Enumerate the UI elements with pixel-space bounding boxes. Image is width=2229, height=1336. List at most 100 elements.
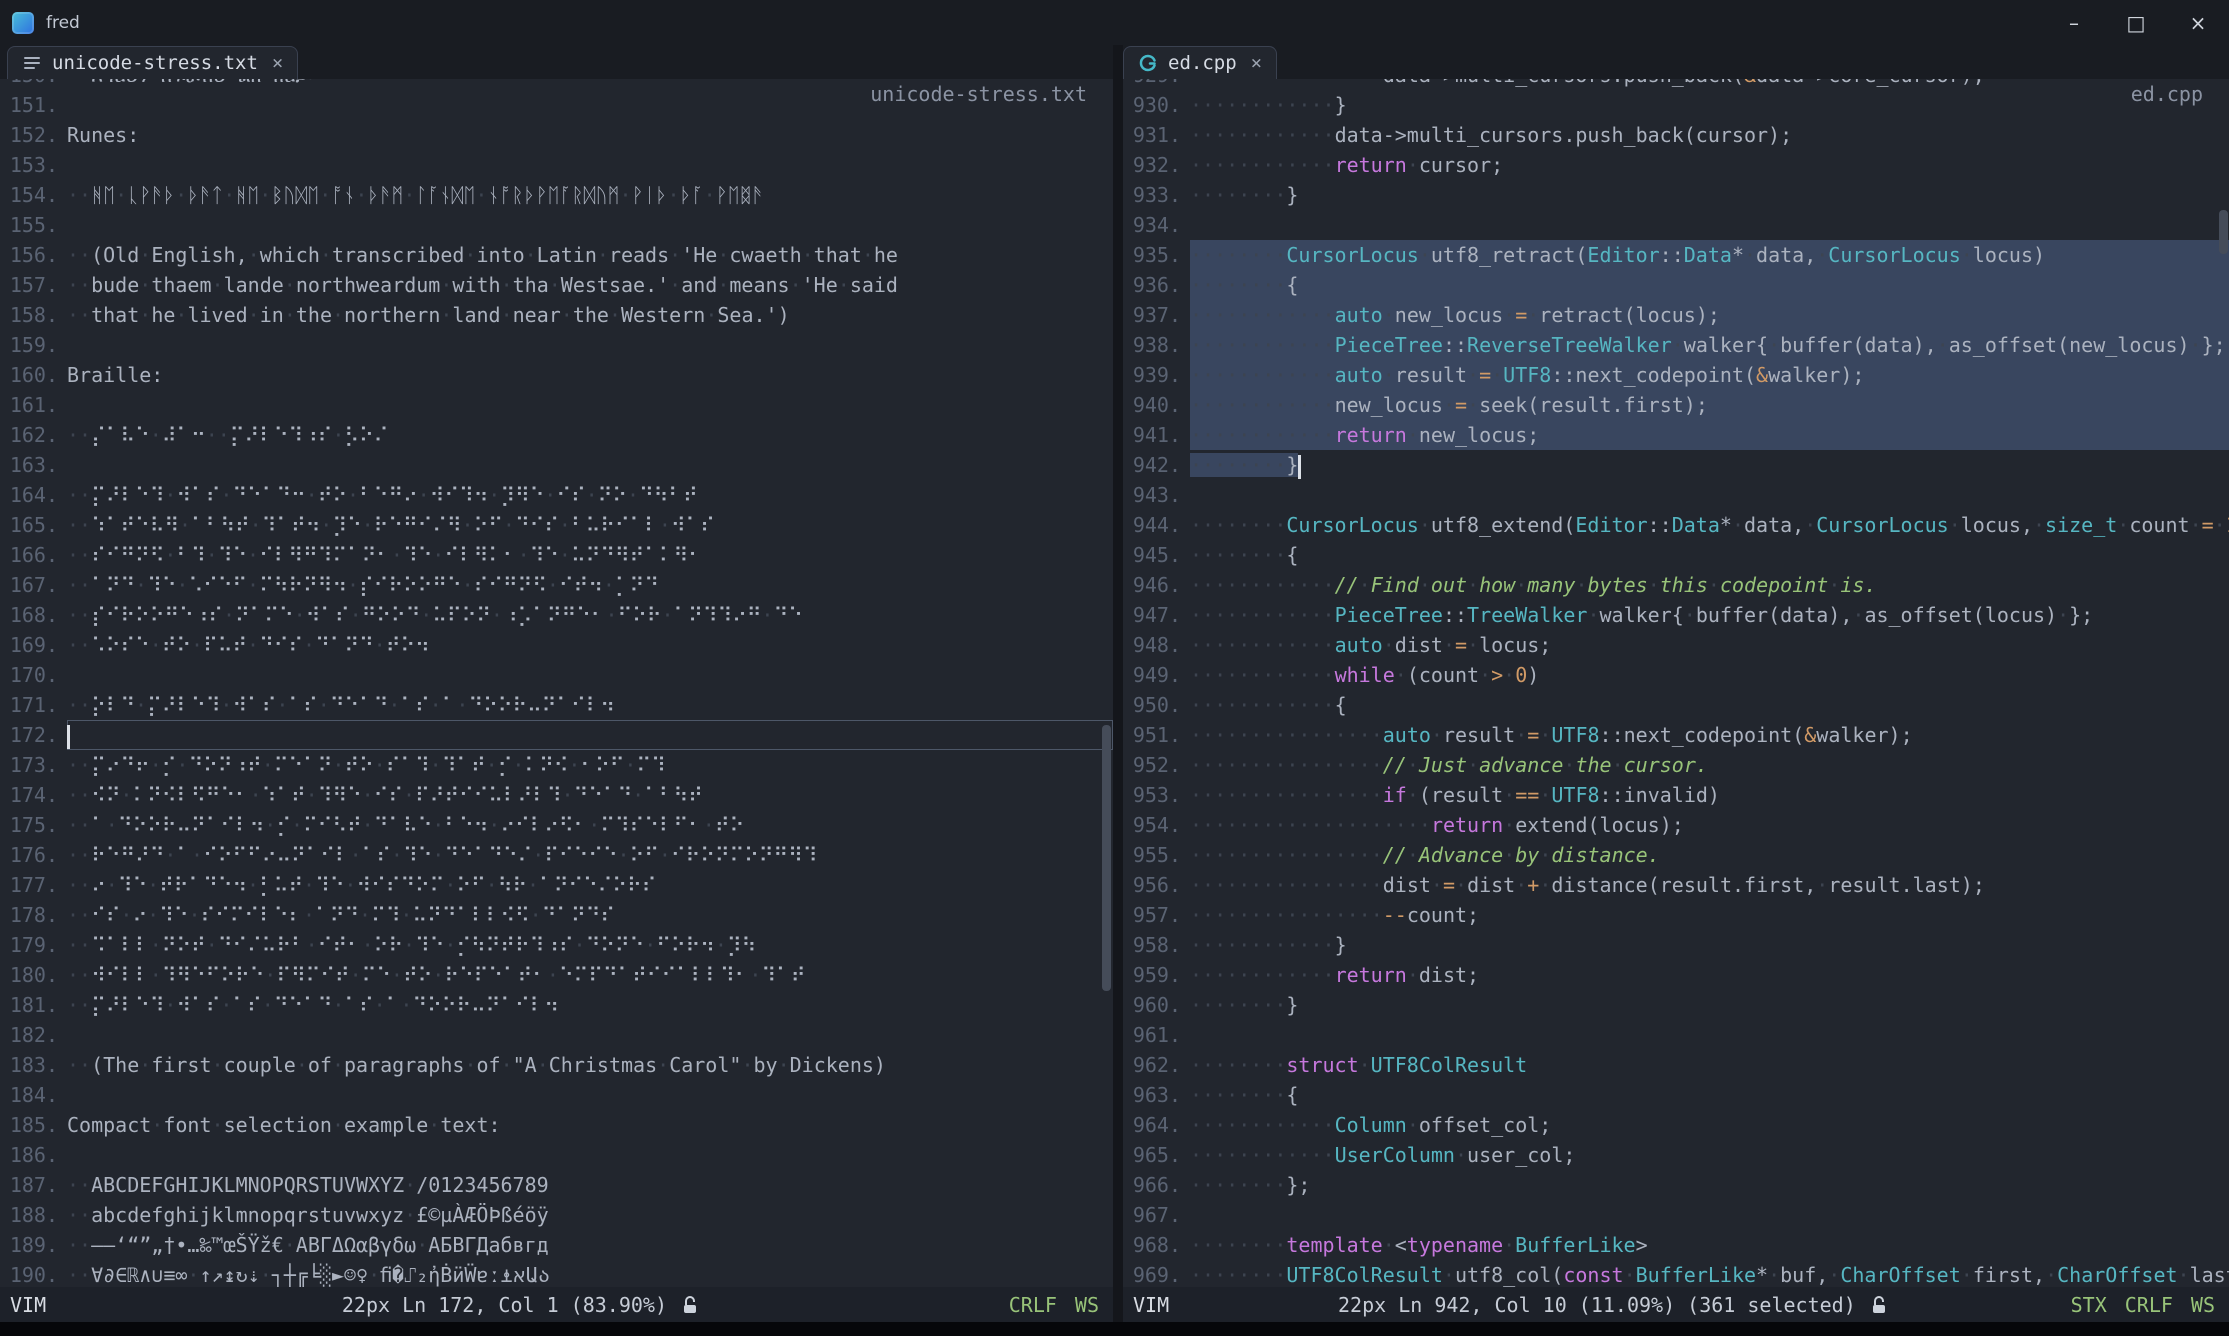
code-line-158[interactable]: 158.··that·he·lived·in·the·northern·land… — [0, 300, 1113, 330]
code-line-939[interactable]: 939.············auto·result·=·UTF8::next… — [1123, 360, 2229, 390]
code-line-160[interactable]: 160.Braille: — [0, 360, 1113, 390]
code-line-153[interactable]: 153. — [0, 150, 1113, 180]
left-scrollbar-thumb[interactable] — [1102, 725, 1111, 991]
code-line-933[interactable]: 933.········} — [1123, 180, 2229, 210]
cpp-file-icon — [1138, 53, 1158, 73]
code-line-941[interactable]: 941.············return·new_locus; — [1123, 420, 2229, 450]
code-line-164[interactable]: 164.··⡍⠜⠇⠑⠹·⠺⠁⠎·⠙⠑⠁⠙⠒·⠞⠕·⠃⠑⠛⠔·⠺⠊⠹⠲·⡹⠻⠑·⠊… — [0, 480, 1113, 510]
code-line-162[interactable]: 162.··⡌⠁⠧⠑·⠼⠁⠒··⡍⠜⠇⠑⠹⠰⠎·⡣⠕⠌ — [0, 420, 1113, 450]
code-line-953[interactable]: 953.················if·(result·==·UTF8::… — [1123, 780, 2229, 810]
code-line-952[interactable]: 952.················//·Just·advance·the·… — [1123, 750, 2229, 780]
pane-divider[interactable] — [1113, 45, 1123, 1322]
code-line-181[interactable]: 181.··⡍⠜⠇⠑⠹·⠺⠁⠎·⠁⠎·⠙⠑⠁⠙·⠁⠎·⠁·⠙⠕⠕⠗⠤⠝⠁⠊⠇⠲ — [0, 990, 1113, 1020]
code-line-188[interactable]: 188.··abcdefghijklmnopqrstuvwxyz·£©µÀÆÖÞ… — [0, 1200, 1113, 1230]
code-line-934[interactable]: 934. — [1123, 210, 2229, 240]
code-line-175[interactable]: 175.··⠁·⠙⠕⠕⠗⠤⠝⠁⠊⠇⠲·⡊·⠍⠊⠣⠞·⠙⠁⠧⠑·⠃⠑⠲·⠔⠊⠇⠔⠫… — [0, 810, 1113, 840]
code-line-931[interactable]: 931.············data->multi_cursors.push… — [1123, 120, 2229, 150]
code-line-957[interactable]: 957.················--count; — [1123, 900, 2229, 930]
code-line-190[interactable]: 190.··∀∂∈ℝ∧∪≡∞·↑↗↨↻⇣·┐┼╔╘░►☺♀·ﬁ�⑀₂ἠḂӥẄɐː… — [0, 1260, 1113, 1287]
code-line-961[interactable]: 961. — [1123, 1020, 2229, 1050]
code-line-154[interactable]: 154.··ᚻᛖ·ᚳᚹᚫᚦ·ᚦᚫᛏ·ᚻᛖ·ᛒᚢᛞᛖ·ᚩᚾ·ᚦᚫᛗ·ᛚᚪᚾᛞᛖ·ᚾ… — [0, 180, 1113, 210]
tab-close-icon[interactable]: × — [272, 52, 283, 74]
code-line-157[interactable]: 157.··bude·thaem·lande·northweardum·with… — [0, 270, 1113, 300]
code-line-165[interactable]: 165.··⠱⠁⠞⠑⠧⠻·⠁⠃⠳⠞·⠹⠁⠞⠲·⡹⠑·⠗⠑⠛⠊⠌⠻·⠕⠋·⠙⠊⠎·… — [0, 510, 1113, 540]
code-line-183[interactable]: 183.··(The·first·couple·of·paragraphs·of… — [0, 1050, 1113, 1080]
code-line-178[interactable]: 178.··⠊⠎·⠔·⠹⠑·⠎⠊⠍⠊⠇⠑⠆·⠁⠝⠙·⠍⠹·⠥⠝⠙⠁⠇⠇⠪⠫·⠙⠁… — [0, 900, 1113, 930]
code-line-950[interactable]: 950.············{ — [1123, 690, 2229, 720]
code-line-184[interactable]: 184. — [0, 1080, 1113, 1110]
code-line-166[interactable]: 166.··⠎⠊⠛⠝⠫·⠃⠹·⠹⠑·⠊⠇⠻⠛⠹⠍⠁⠝⠂·⠹⠑·⠊⠇⠻⠅⠂·⠹⠑·… — [0, 540, 1113, 570]
code-line-171[interactable]: 171.··⡕⠇⠙·⡍⠜⠇⠑⠹·⠺⠁⠎·⠁⠎·⠙⠑⠁⠙·⠁⠎·⠁·⠙⠕⠕⠗⠤⠝⠁… — [0, 690, 1113, 720]
code-line-156[interactable]: 156.··(Old·English,·which·transcribed·in… — [0, 240, 1113, 270]
editor-mode-indicator: VIM — [10, 1293, 46, 1317]
code-line-936[interactable]: 936.········{ — [1123, 270, 2229, 300]
code-line-938[interactable]: 938.············PieceTree::ReverseTreeWa… — [1123, 330, 2229, 360]
maximize-button[interactable]: □ — [2105, 0, 2167, 45]
code-line-942[interactable]: 942.········} — [1123, 450, 2229, 480]
line-number: 947. — [1123, 600, 1181, 630]
code-line-159[interactable]: 159. — [0, 330, 1113, 360]
code-line-169[interactable]: 169.··⠡⠕⠎⠑·⠞⠕·⠏⠥⠞·⠙⠊⠎·⠙⠁⠝⠙·⠞⠕⠲ — [0, 630, 1113, 660]
code-line-956[interactable]: 956.················dist·=·dist·+·distan… — [1123, 870, 2229, 900]
lock-icon[interactable] — [681, 1294, 699, 1316]
lock-icon[interactable] — [1870, 1294, 1888, 1316]
tab-ed-cpp[interactable]: ed.cpp × — [1123, 46, 1277, 79]
code-line-944[interactable]: 944.········CursorLocus·utf8_extend(Edit… — [1123, 510, 2229, 540]
editor-mode-indicator: VIM — [1133, 1293, 1169, 1317]
code-line-959[interactable]: 959.············return·dist; — [1123, 960, 2229, 990]
tab-close-icon[interactable]: × — [1251, 52, 1262, 74]
code-line-937[interactable]: 937.············auto·new_locus·=·retract… — [1123, 300, 2229, 330]
code-line-161[interactable]: 161. — [0, 390, 1113, 420]
line-number: 936. — [1123, 270, 1181, 300]
line-number: 967. — [1123, 1200, 1181, 1230]
code-line-935[interactable]: 935.········CursorLocus·utf8_retract(Edi… — [1123, 240, 2229, 270]
code-line-946[interactable]: 946.············//·Find·out·how·many·byt… — [1123, 570, 2229, 600]
code-line-966[interactable]: 966.········}; — [1123, 1170, 2229, 1200]
code-line-174[interactable]: 174.··⠪⠝·⠅⠝⠪⠇⠫⠛⠑⠂·⠱⠁⠞·⠹⠻⠑·⠊⠎·⠏⠜⠞⠊⠊⠥⠇⠜⠇⠹·… — [0, 780, 1113, 810]
code-line-172[interactable]: 172. — [0, 720, 1113, 750]
code-line-173[interactable]: 173.··⡍⠔⠙⠖·⡊·⠙⠕⠝⠰⠞·⠍⠑⠁⠝·⠞⠕·⠎⠁⠹·⠹⠁⠞·⡊·⠅⠝⠪… — [0, 750, 1113, 780]
code-line-948[interactable]: 948.············auto·dist·=·locus; — [1123, 630, 2229, 660]
right-scrollbar-thumb[interactable] — [2219, 210, 2228, 254]
code-line-969[interactable]: 969.········UTF8ColResult·utf8_col(const… — [1123, 1260, 2229, 1287]
code-line-179[interactable]: 179.··⠩⠁⠇⠇·⠝⠕⠞·⠙⠊⠌⠥⠗⠃·⠊⠞⠂·⠕⠗·⠹⠑·⡊⠳⠝⠞⠗⠹⠰⠎… — [0, 930, 1113, 960]
code-line-177[interactable]: 177.··⠔·⠹⠑·⠞⠗⠁⠙⠑⠲·⡃⠥⠞·⠹⠑·⠺⠊⠎⠙⠕⠍·⠕⠋·⠳⠗·⠁⠝… — [0, 870, 1113, 900]
code-line-947[interactable]: 947.············PieceTree::TreeWalker·wa… — [1123, 600, 2229, 630]
code-line-163[interactable]: 163. — [0, 450, 1113, 480]
code-line-167[interactable]: 167.··⠁⠝⠙·⠹⠑·⠡⠊⠑⠋·⠍⠳⠗⠝⠻⠲·⡎⠊⠗⠕⠕⠛⠑·⠎⠊⠛⠝⠫·⠊… — [0, 570, 1113, 600]
code-line-180[interactable]: 180.··⠺⠊⠇⠇·⠹⠻⠑⠋⠕⠗⠑·⠏⠻⠍⠊⠞·⠍⠑·⠞⠕·⠗⠑⠏⠑⠁⠞⠂·⠑… — [0, 960, 1113, 990]
code-line-960[interactable]: 960.········} — [1123, 990, 2229, 1020]
code-line-930[interactable]: 930.············} — [1123, 90, 2229, 120]
code-line-155[interactable]: 155. — [0, 210, 1113, 240]
code-line-176[interactable]: 176.··⠗⠑⠛⠜⠙·⠁·⠊⠕⠋⠋⠔⠤⠝⠁⠊⠇·⠁⠎·⠹⠑·⠙⠑⠁⠙⠑⠌·⠏⠊… — [0, 840, 1113, 870]
code-line-951[interactable]: 951.················auto·result·=·UTF8::… — [1123, 720, 2229, 750]
code-line-929[interactable]: 929.················data->multi_cursors.… — [1123, 79, 2229, 90]
code-line-968[interactable]: 968.········template·<typename·BufferLik… — [1123, 1230, 2229, 1260]
code-line-932[interactable]: 932.············return·cursor; — [1123, 150, 2229, 180]
close-button[interactable]: × — [2167, 0, 2229, 45]
right-file-name-label: ed.cpp — [2131, 82, 2203, 106]
line-number: 960. — [1123, 990, 1181, 1020]
code-line-186[interactable]: 186. — [0, 1140, 1113, 1170]
code-line-965[interactable]: 965.············UserColumn·user_col; — [1123, 1140, 2229, 1170]
code-line-967[interactable]: 967. — [1123, 1200, 2229, 1230]
code-line-187[interactable]: 187.··ABCDEFGHIJKLMNOPQRSTUVWXYZ·/012345… — [0, 1170, 1113, 1200]
code-line-189[interactable]: 189.··–—‘“”„†•…‰™œŠŸž€·ΑΒΓΔΩαβγδω·АБВГДа… — [0, 1230, 1113, 1260]
code-line-962[interactable]: 962.········struct·UTF8ColResult — [1123, 1050, 2229, 1080]
code-line-152[interactable]: 152.Runes: — [0, 120, 1113, 150]
minimize-button[interactable]: – — [2043, 0, 2105, 45]
code-line-963[interactable]: 963.········{ — [1123, 1080, 2229, 1110]
code-line-943[interactable]: 943. — [1123, 480, 2229, 510]
code-line-940[interactable]: 940.············new_locus·=·seek(result.… — [1123, 390, 2229, 420]
code-line-182[interactable]: 182. — [0, 1020, 1113, 1050]
code-line-168[interactable]: 168.··⡎⠊⠗⠕⠕⠛⠑⠰⠎·⠝⠁⠍⠑·⠺⠁⠎·⠛⠕⠕⠙·⠥⠏⠕⠝·⠰⡡⠁⠝⠛… — [0, 600, 1113, 630]
code-line-958[interactable]: 958.············} — [1123, 930, 2229, 960]
code-line-170[interactable]: 170. — [0, 660, 1113, 690]
code-line-964[interactable]: 964.············Column·offset_col; — [1123, 1110, 2229, 1140]
code-line-955[interactable]: 955.················//·Advance·by·distan… — [1123, 840, 2229, 870]
code-line-945[interactable]: 945.········{ — [1123, 540, 2229, 570]
code-line-954[interactable]: 954.····················return·extend(lo… — [1123, 810, 2229, 840]
code-line-185[interactable]: 185.Compact·font·selection·example·text: — [0, 1110, 1113, 1140]
code-line-949[interactable]: 949.············while·(count·>·0) — [1123, 660, 2229, 690]
tab-unicode-stress-txt[interactable]: unicode-stress.txt × — [7, 46, 298, 79]
